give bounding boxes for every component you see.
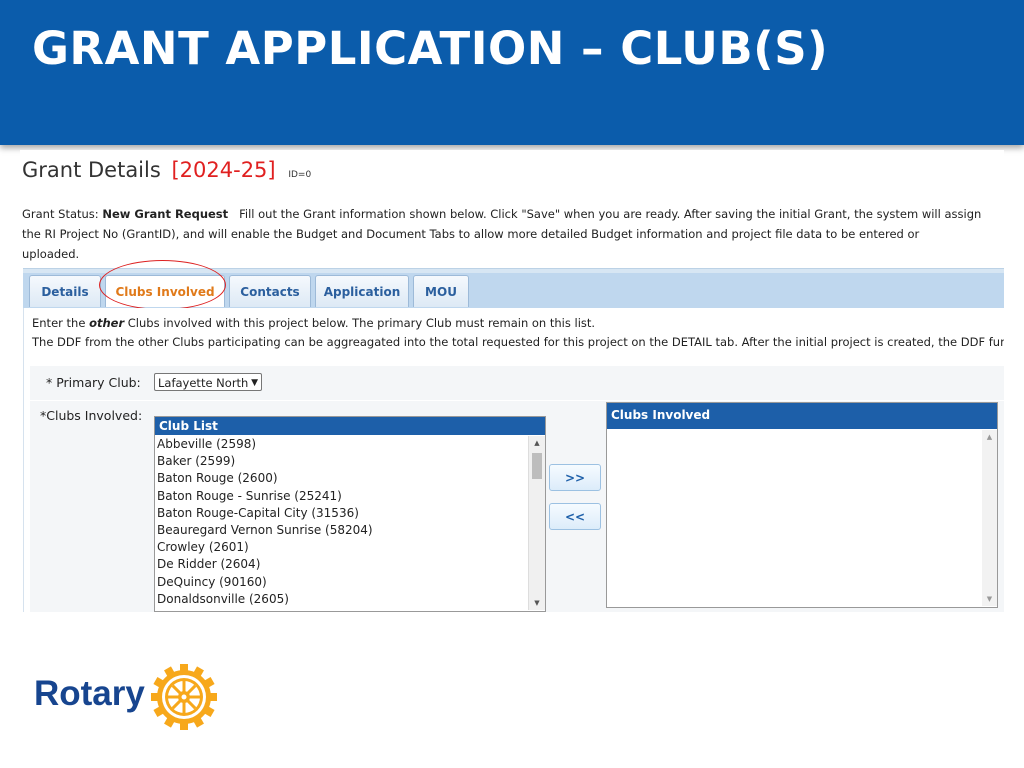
list-item[interactable]: Crowley (2601) — [155, 539, 527, 556]
list-item[interactable]: Baton Rouge-Capital City (31536) — [155, 505, 527, 522]
remove-club-button[interactable]: << — [549, 503, 601, 530]
tab-application[interactable]: Application — [315, 275, 409, 307]
add-club-button[interactable]: >> — [549, 464, 601, 491]
club-list-header: Club List — [155, 417, 545, 435]
rotary-wordmark: Rotary — [34, 674, 145, 713]
panel-instructions: Enter the other Clubs involved with this… — [32, 314, 1004, 352]
grant-status-text: Grant Status: New Grant Request Fill out… — [22, 204, 982, 264]
scroll-up-icon[interactable]: ▲ — [529, 436, 545, 450]
tab-details[interactable]: Details — [29, 275, 101, 307]
scroll-down-icon[interactable]: ▼ — [529, 596, 545, 610]
tab-clubs-involved[interactable]: Clubs Involved — [105, 275, 225, 307]
grant-id: ID=0 — [288, 170, 312, 180]
grant-form-screenshot: Grant Details [2024-25] ID=0 Grant Statu… — [20, 150, 1004, 612]
list-item[interactable]: Abbeville (2598) — [155, 436, 527, 453]
instruction-pre: Enter the — [32, 316, 90, 330]
primary-club-label: * Primary Club: — [46, 375, 141, 390]
grant-heading-text: Grant Details — [22, 158, 161, 182]
instruction-emphasis: other — [89, 316, 125, 330]
clubs-involved-box[interactable]: Clubs Involved ▲ ▼ — [606, 402, 998, 608]
scroll-up-icon[interactable]: ▲ — [982, 430, 997, 444]
tab-contacts[interactable]: Contacts — [229, 275, 311, 307]
instruction-line-2: The DDF from the other Clubs participati… — [32, 335, 1004, 349]
list-item[interactable]: Baton Rouge - Sunrise (25241) — [155, 488, 527, 505]
tab-mou[interactable]: MOU — [413, 275, 469, 307]
slide-title: GRANT APPLICATION – CLUB(S) — [32, 22, 829, 75]
status-message-2: the RI Project No (GrantID), and will en… — [22, 227, 920, 241]
rotary-logo: Rotary — [34, 662, 224, 732]
chevron-down-icon: ▼ — [251, 378, 258, 388]
tab-bar: Details Clubs Involved Contacts Applicat… — [23, 268, 1004, 309]
list-item[interactable]: Donaldsonville (2605) — [155, 591, 527, 608]
list-item[interactable]: Baker (2599) — [155, 453, 527, 470]
list-item[interactable]: Beauregard Vernon Sunrise (58204) — [155, 522, 527, 539]
status-message-3: uploaded. — [22, 247, 80, 261]
instruction-post: Clubs involved with this project below. … — [124, 316, 596, 330]
list-item[interactable]: Baton Rouge (2600) — [155, 470, 527, 487]
status-message-1: Fill out the Grant information shown bel… — [239, 207, 982, 221]
status-value: New Grant Request — [102, 207, 229, 221]
clubs-involved-label: *Clubs Involved: — [40, 408, 143, 423]
involved-scrollbar[interactable]: ▲ ▼ — [982, 430, 997, 606]
grant-year: [2024-25] — [171, 158, 276, 182]
status-label: Grant Status: — [22, 207, 99, 221]
scroll-thumb[interactable] — [532, 453, 542, 479]
list-item[interactable]: De Ridder (2604) — [155, 556, 527, 573]
club-list-items: Abbeville (2598) Baker (2599) Baton Roug… — [155, 436, 527, 610]
rotary-wheel-icon — [151, 664, 217, 730]
club-list-scrollbar[interactable]: ▲ ▼ — [528, 436, 545, 610]
slide-title-bar: GRANT APPLICATION – CLUB(S) — [0, 0, 1024, 145]
primary-club-value: Lafayette North — [158, 376, 249, 390]
primary-club-select[interactable]: Lafayette North ▼ — [154, 373, 262, 391]
list-item[interactable]: DeQuincy (90160) — [155, 574, 527, 591]
grant-details-heading: Grant Details [2024-25] ID=0 — [22, 158, 311, 182]
scroll-down-icon[interactable]: ▼ — [982, 592, 997, 606]
clubs-involved-header: Clubs Involved — [607, 403, 997, 429]
club-list-box[interactable]: Club List Abbeville (2598) Baker (2599) … — [154, 416, 546, 612]
